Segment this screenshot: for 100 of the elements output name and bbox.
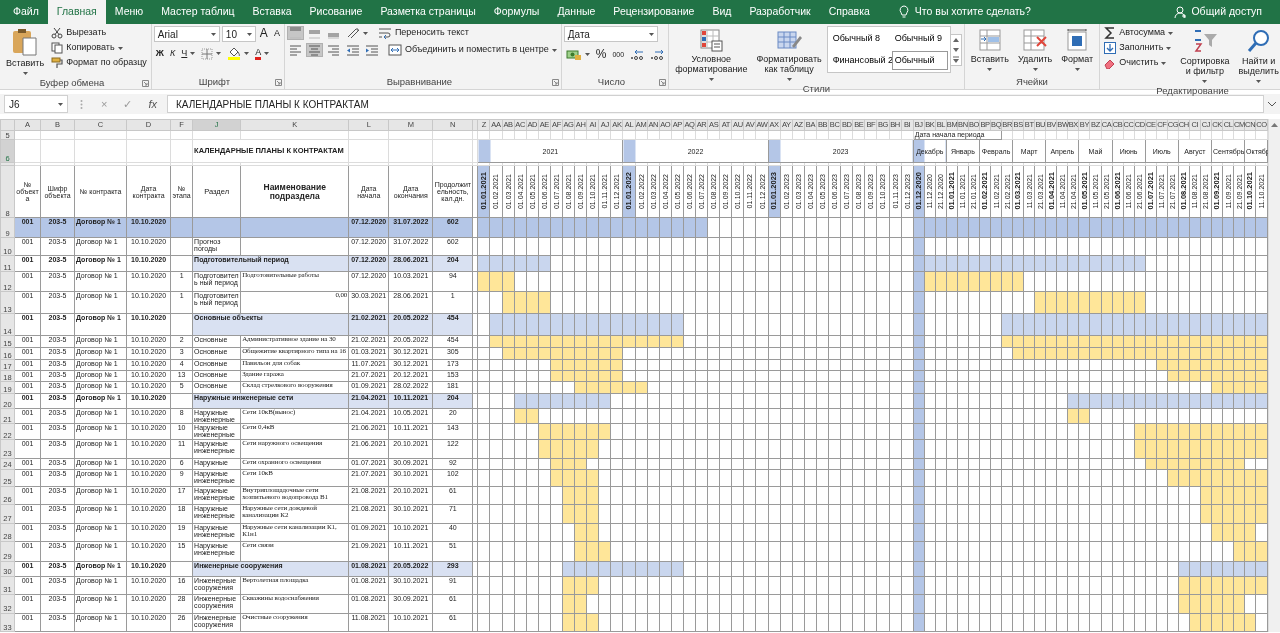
share-button[interactable]: Общий доступ	[1168, 0, 1268, 24]
brush-icon	[51, 57, 64, 69]
caret-icon	[584, 53, 590, 57]
caret-icon	[1032, 67, 1038, 71]
ribbon-tab[interactable]: Данные	[548, 0, 605, 24]
italic-button[interactable]: К	[168, 47, 178, 60]
cells-button[interactable]: Удалить	[1013, 26, 1057, 73]
ribbon-tab[interactable]: Мастер таблиц	[152, 0, 244, 24]
editing-button[interactable]: Найти и выделить	[1234, 26, 1280, 85]
clipboard-button[interactable]: Копировать	[49, 41, 149, 55]
cell-style-item[interactable]: Обычный	[891, 50, 948, 70]
person-icon	[1174, 5, 1188, 19]
cell-style-item[interactable]: Обычный 8	[829, 29, 890, 49]
sigma-icon	[1104, 27, 1117, 39]
cell-style-item[interactable]: Финансовый 2	[829, 50, 890, 70]
ribbon-tab[interactable]: Рисование	[300, 0, 372, 24]
caret-icon	[1256, 79, 1262, 83]
group-label: Стили	[801, 82, 832, 97]
styles-button[interactable]: Условное форматирование	[671, 26, 752, 83]
bold-button[interactable]: Ж	[153, 47, 166, 60]
font-field[interactable]: Arial	[153, 26, 220, 42]
column-heading: Наименование подраздела	[240, 165, 349, 218]
ribbon-tab[interactable]: Рецензирование	[604, 0, 704, 24]
table-format-icon	[776, 28, 803, 52]
styles-button[interactable]: Форматировать как таблицу	[752, 26, 826, 83]
fill-color-button[interactable]	[225, 46, 252, 61]
eraser-icon	[1104, 57, 1117, 69]
wrap-text-button[interactable]: Переносить текст	[375, 26, 471, 40]
caret-icon	[362, 31, 368, 35]
name-box[interactable]: J6	[4, 95, 68, 113]
tell-me-search[interactable]: Что вы хотите сделать?	[892, 0, 1037, 24]
shrink-font-button[interactable]: A	[271, 28, 282, 40]
caret-icon	[987, 67, 993, 71]
caret-icon	[1074, 67, 1080, 71]
underline-button[interactable]: Ч	[179, 47, 198, 60]
editing-button[interactable]: Автосумма	[1102, 26, 1176, 40]
conditional-format-icon	[699, 28, 724, 52]
group-label: Буфер обмена	[38, 76, 106, 91]
currency-icon	[565, 48, 582, 61]
increase-indent-icon	[364, 44, 378, 56]
editing-button[interactable]: Заполнить	[1102, 41, 1176, 55]
insert-function-button[interactable]: fx	[142, 95, 163, 113]
ribbon-tab[interactable]: Файл	[4, 0, 48, 24]
dialog-launcher-icon[interactable]	[141, 79, 149, 87]
merge-cells-icon	[387, 44, 402, 56]
ribbon-tab[interactable]: Меню	[105, 0, 153, 24]
lightbulb-icon	[898, 5, 909, 19]
align-top-icon	[288, 27, 302, 39]
dialog-launcher-icon[interactable]	[274, 79, 282, 86]
vertical-scrollbar[interactable]	[1268, 119, 1280, 632]
percent-button[interactable]: %	[593, 47, 609, 63]
ribbon-tab[interactable]: Вид	[703, 0, 741, 24]
clipboard-button[interactable]: Формат по образцу	[49, 56, 149, 70]
paste-icon	[12, 28, 39, 56]
number-format-field[interactable]: Дата	[563, 26, 658, 42]
cells-button[interactable]: Вставить	[966, 26, 1013, 73]
cell-style-item[interactable]: Обычный 9	[891, 29, 948, 49]
caret-icon	[244, 52, 250, 55]
more-styles-icon[interactable]	[950, 54, 961, 65]
ribbon-tab[interactable]: Формулы	[484, 0, 549, 24]
formula-field[interactable]: КАЛЕНДАРНЫЕ ПЛАНЫ К КОНТРАКТАМ	[167, 95, 1264, 113]
ribbon-tab[interactable]: Справка	[819, 0, 879, 24]
horizontal-align-button[interactable]	[305, 43, 323, 57]
scissors-icon	[51, 27, 64, 39]
ribbon-tab[interactable]: Вставка	[243, 0, 301, 24]
insert-cells-icon	[977, 28, 1002, 52]
caret-icon	[190, 52, 196, 55]
decrease-indent-icon	[345, 44, 359, 56]
font-size-field[interactable]: 10	[221, 26, 256, 42]
dialog-launcher-icon[interactable]	[551, 79, 559, 86]
editing-button[interactable]: Очистить	[1102, 56, 1176, 70]
grip-icon	[80, 98, 83, 110]
wrap-text-icon	[377, 27, 392, 39]
grow-font-button[interactable]: A	[257, 26, 270, 42]
ribbon-tab[interactable]: Главная	[47, 0, 106, 24]
align-right-icon	[326, 44, 340, 56]
font-color-button[interactable]: A	[253, 46, 272, 61]
group-label: Число	[596, 75, 627, 90]
scroll-up-icon[interactable]	[1271, 122, 1278, 127]
caret-icon	[786, 77, 792, 81]
caret-icon	[264, 52, 270, 55]
caret-icon	[210, 32, 216, 36]
currency-button[interactable]	[563, 47, 592, 62]
cells-button[interactable]: Формат	[1057, 26, 1098, 73]
clipboard-button[interactable]: Вырезать	[49, 26, 149, 40]
vertical-align-button[interactable]	[286, 26, 304, 40]
ribbon-tab[interactable]: Разметка страницы	[371, 0, 485, 24]
caret-icon	[708, 77, 714, 81]
ribbon-tab[interactable]: Разработчик	[740, 0, 820, 24]
caret-icon	[58, 102, 63, 106]
merge-button[interactable]: Объединить и поместить в центре	[385, 43, 559, 57]
caret-icon	[246, 32, 252, 36]
align-left-icon	[288, 44, 302, 56]
dialog-launcher-icon[interactable]	[659, 79, 667, 86]
editing-button[interactable]: Сортировка и фильтр	[1176, 26, 1234, 85]
copy-icon	[51, 42, 64, 54]
caret-icon	[22, 71, 28, 75]
fill-down-icon	[1104, 42, 1117, 54]
expand-formula-icon[interactable]	[1268, 101, 1276, 107]
paste-button[interactable]: Вставить	[2, 26, 49, 77]
